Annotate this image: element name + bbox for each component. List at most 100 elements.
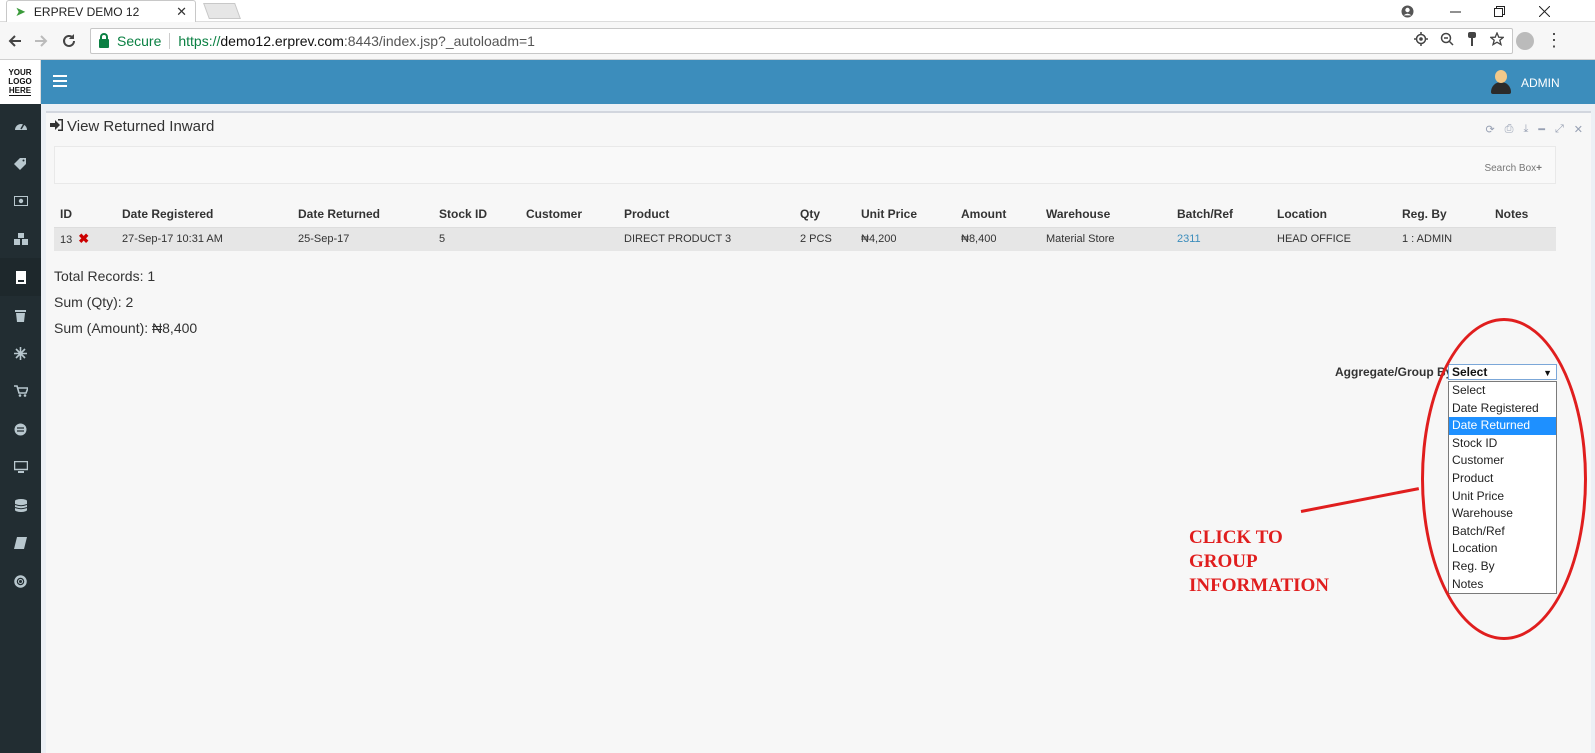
download-icon[interactable]: ⤓ — [1523, 123, 1528, 136]
reload-icon[interactable] — [58, 30, 80, 52]
logo-line: LOGO — [8, 77, 32, 86]
column-header[interactable]: Warehouse — [1040, 201, 1171, 227]
browser-tab[interactable]: ➤ ERPREV DEMO 12 ✕ — [6, 0, 196, 22]
bookmark-star-icon[interactable] — [1489, 31, 1505, 49]
restore-icon[interactable] — [1477, 0, 1521, 22]
minimize-icon[interactable] — [1433, 0, 1477, 22]
top-navbar: ADMIN — [41, 60, 1595, 104]
returned-inward-panel: View Returned Inward ⟳ ⎙ ⤓ ━ ⤢ ✕ Search … — [46, 111, 1591, 753]
column-header[interactable]: Date Registered — [116, 201, 292, 227]
column-header[interactable]: Location — [1271, 201, 1396, 227]
minimize-panel-icon[interactable]: ━ — [1538, 123, 1545, 136]
cell-qty: 2 PCS — [794, 226, 855, 251]
panel-toolbar: ⟳ ⎙ ⤓ ━ ⤢ ✕ — [1485, 123, 1583, 136]
cell-customer — [520, 226, 618, 251]
plus-icon: + — [1536, 163, 1542, 174]
user-name[interactable]: ADMIN — [1521, 76, 1560, 90]
divider — [169, 33, 171, 49]
cell-id: 13 ✖ — [54, 226, 116, 251]
main-content: View Returned Inward ⟳ ⎙ ⤓ ━ ⤢ ✕ Search … — [41, 104, 1595, 753]
zoom-icon[interactable] — [1440, 32, 1454, 49]
new-tab-button[interactable] — [203, 3, 241, 19]
column-header[interactable]: Qty — [794, 201, 855, 227]
document-icon[interactable] — [0, 258, 41, 296]
column-header[interactable]: ID — [54, 201, 116, 227]
cell-date-registered: 27-Sep-17 10:31 AM — [116, 226, 292, 251]
account-icon[interactable] — [1385, 0, 1429, 22]
cell-date-returned: 25-Sep-17 — [292, 226, 433, 251]
tab-title: ERPREV DEMO 12 — [33, 4, 140, 19]
cell-product: DIRECT PRODUCT 3 — [618, 226, 794, 251]
annotation-text: CLICK TO GROUP INFORMATION — [1189, 526, 1359, 598]
returned-inward-table: ID Date Registered Date Returned Stock I… — [54, 201, 1556, 251]
cell-notes — [1489, 226, 1556, 251]
company-logo[interactable]: YOUR LOGO HERE — [0, 60, 41, 104]
page-title: View Returned Inward — [67, 118, 215, 135]
column-header[interactable]: Reg. By — [1396, 201, 1489, 227]
cell-unit-price: ₦4,200 — [855, 226, 955, 251]
batch-ref-link[interactable]: 2311 — [1177, 233, 1201, 245]
column-header[interactable]: Amount — [955, 201, 1040, 227]
column-header[interactable]: Stock ID — [433, 201, 520, 227]
tag-icon[interactable] — [0, 144, 41, 182]
cell-reg-by: 1 : ADMIN — [1396, 226, 1489, 251]
secure-label: Secure — [117, 33, 162, 49]
cell-warehouse: Material Store — [1040, 226, 1171, 251]
annotation-line: INFORMATION — [1189, 575, 1330, 596]
logo-line: YOUR — [8, 68, 32, 77]
search-box-label: Search Box — [1484, 163, 1537, 174]
column-header[interactable]: Customer — [520, 201, 618, 227]
tab-close-icon[interactable]: ✕ — [176, 4, 187, 20]
expand-icon[interactable]: ⤢ — [1555, 123, 1564, 136]
search-box-toggle[interactable]: Search Box+ — [1484, 163, 1542, 174]
location-target-icon[interactable] — [1414, 32, 1428, 49]
annotation-line: GROUP — [1189, 551, 1258, 572]
aggregate-label: Aggregate/Group By: — [1335, 365, 1457, 379]
forward-arrow-icon[interactable] — [30, 30, 52, 52]
cubes-icon[interactable] — [0, 220, 41, 258]
dashboard-icon[interactable] — [0, 106, 41, 144]
url-path: :8443/index.jsp?_autoloadm=1 — [343, 33, 535, 49]
url-host: demo12.erprev.com — [220, 33, 344, 49]
panel-title: View Returned Inward — [50, 118, 214, 135]
address-bar[interactable]: Secure https:// demo12.erprev.com :8443/… — [90, 28, 1513, 54]
table-row[interactable]: 13 ✖ 27-Sep-17 10:31 AM 25-Sep-17 5 DIREC… — [54, 226, 1556, 251]
logo-line: HERE — [8, 86, 32, 96]
snowflake-icon[interactable] — [0, 334, 41, 372]
column-header[interactable]: Product — [618, 201, 794, 227]
close-panel-icon[interactable]: ✕ — [1574, 123, 1583, 136]
column-header[interactable]: Batch/Ref — [1171, 201, 1271, 227]
back-arrow-icon[interactable] — [4, 30, 26, 52]
annotation-oval — [1421, 318, 1587, 640]
monitor-icon[interactable] — [0, 448, 41, 486]
extension-icon[interactable] — [1516, 32, 1534, 50]
money-icon[interactable] — [0, 182, 41, 220]
database-icon[interactable] — [0, 486, 41, 524]
erprev-favicon-icon: ➤ — [15, 3, 26, 19]
browser-menu-icon[interactable]: ⋮ — [1545, 30, 1563, 51]
print-icon[interactable]: ⎙ — [1505, 123, 1514, 136]
user-avatar[interactable] — [1490, 70, 1512, 94]
search-box-bar: Search Box+ — [54, 146, 1556, 184]
column-header[interactable]: Date Returned — [292, 201, 433, 227]
cart-icon[interactable] — [0, 372, 41, 410]
row-id: 13 — [60, 234, 73, 247]
circle-list-icon[interactable] — [0, 410, 41, 448]
cell-batch-ref: 2311 — [1171, 226, 1271, 251]
sum-qty: Sum (Qty): 2 — [54, 294, 134, 310]
delete-icon[interactable]: ✖ — [78, 231, 89, 246]
browser-toolbar: Secure https:// demo12.erprev.com :8443/… — [0, 22, 1595, 60]
annotation-line: CLICK TO — [1189, 527, 1283, 548]
sum-amount: Sum (Amount): ₦8,400 — [54, 320, 198, 336]
column-header[interactable]: Unit Price — [855, 201, 955, 227]
key-icon[interactable] — [1466, 32, 1478, 49]
trash-icon[interactable] — [0, 296, 41, 334]
window-close-icon[interactable] — [1522, 0, 1566, 22]
refresh-icon[interactable]: ⟳ — [1485, 123, 1494, 136]
column-header[interactable]: Notes — [1489, 201, 1556, 227]
lifebuoy-icon[interactable] — [0, 562, 41, 600]
lock-icon — [99, 32, 109, 48]
menu-toggle-icon[interactable] — [53, 73, 67, 89]
book-icon[interactable] — [0, 524, 41, 562]
cell-stock-id: 5 — [433, 226, 520, 251]
